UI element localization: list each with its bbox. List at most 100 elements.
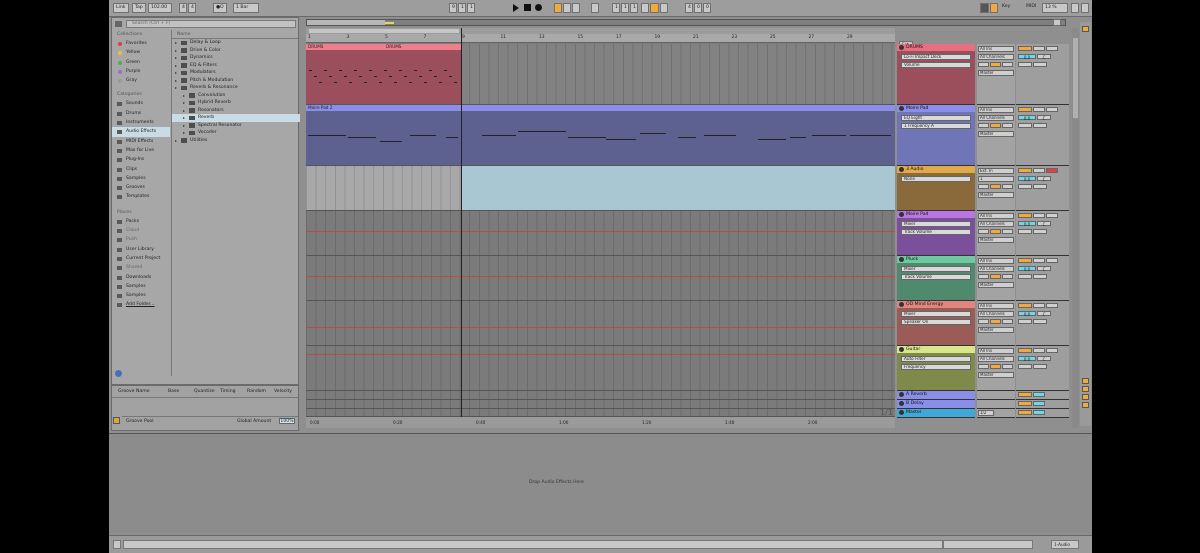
tap-button[interactable]: Tap bbox=[132, 3, 146, 13]
input-type-dropdown[interactable]: All Ins bbox=[978, 348, 1014, 354]
master-output-dropdown[interactable]: 1/2 bbox=[978, 410, 994, 416]
chevron-right-icon[interactable]: ▸ bbox=[183, 114, 185, 122]
browser-item-drive-color[interactable]: ▸ Drive & Color bbox=[172, 47, 300, 55]
monitor-in-button[interactable] bbox=[978, 319, 989, 324]
send-b-knob[interactable] bbox=[1033, 62, 1047, 67]
output-dropdown[interactable]: Master bbox=[978, 282, 1014, 288]
monitor-off-button[interactable] bbox=[1002, 62, 1013, 67]
track-header-moire-pad[interactable]: Moire Pad EQ Eight 1 Frequency A bbox=[897, 105, 975, 166]
browser-item-convolution[interactable]: ▸ Convolution bbox=[172, 92, 300, 100]
solo-button[interactable] bbox=[1033, 348, 1045, 353]
place-samples[interactable]: Samples bbox=[112, 282, 170, 291]
place-shared[interactable]: Shared bbox=[112, 263, 170, 272]
send-a-knob[interactable] bbox=[1018, 123, 1032, 128]
tempo-field[interactable]: 102.00 bbox=[148, 3, 172, 13]
detail-view[interactable]: Drop Audio Effects Here bbox=[109, 433, 1092, 533]
send-a-knob[interactable] bbox=[1018, 184, 1032, 189]
volume-field[interactable]: 0.0 bbox=[1018, 356, 1036, 362]
device-chooser[interactable]: EQ Eight bbox=[901, 115, 971, 121]
punch-in-icon[interactable] bbox=[641, 3, 649, 13]
parameter-chooser[interactable]: Speaker On bbox=[901, 319, 971, 325]
track-header-moire-pad[interactable]: Moire Pad Mixer Track Volume bbox=[897, 211, 975, 256]
chevron-right-icon[interactable]: ▸ bbox=[175, 84, 177, 92]
monitor-in-button[interactable] bbox=[978, 274, 989, 279]
input-channel-dropdown[interactable]: All Channels bbox=[978, 311, 1014, 317]
pan-field[interactable]: C bbox=[1037, 54, 1051, 60]
parameter-chooser[interactable]: Volume bbox=[901, 62, 971, 68]
output-dropdown[interactable]: Master bbox=[978, 70, 1014, 76]
track-header-od-mind-energy[interactable]: OD Mind Energy Mixer Speaker On bbox=[897, 301, 975, 346]
track-activator-icon[interactable] bbox=[899, 212, 904, 217]
automation-arm-icon[interactable] bbox=[563, 3, 571, 13]
time-sig-numerator[interactable]: 4 bbox=[179, 3, 187, 13]
computer-keyboard-icon[interactable] bbox=[990, 3, 998, 13]
record-arm-button[interactable] bbox=[1046, 168, 1058, 173]
mixer-toggle-icon[interactable] bbox=[1082, 402, 1089, 408]
category-samples[interactable]: Samples bbox=[112, 174, 170, 183]
clip-moire-pad[interactable]: Moire Pad 2 bbox=[306, 105, 895, 165]
solo-button[interactable] bbox=[1033, 46, 1045, 51]
track-number-button[interactable] bbox=[1018, 46, 1032, 51]
collection-yellow[interactable]: Yellow bbox=[112, 48, 170, 57]
send-a-knob[interactable] bbox=[1018, 364, 1032, 369]
category-plug-ins[interactable]: Plug-Ins bbox=[112, 155, 170, 164]
place-samples[interactable]: Samples bbox=[112, 291, 170, 300]
collection-favorites[interactable]: Favorites bbox=[112, 39, 170, 48]
track-lane-od-mind-energy[interactable] bbox=[306, 301, 895, 346]
volume-field[interactable]: 0.0 bbox=[1018, 221, 1036, 227]
track-lane-moire-pad[interactable]: Moire Pad 2 bbox=[306, 105, 895, 166]
place-downloads[interactable]: Downloads bbox=[112, 273, 170, 282]
return-name[interactable]: A Reverb bbox=[897, 391, 975, 398]
send-a-knob[interactable] bbox=[1018, 319, 1032, 324]
device-chooser[interactable]: Mixer bbox=[901, 311, 971, 317]
parameter-chooser[interactable]: Track Volume bbox=[901, 274, 971, 280]
browser-item-pitch-modulation[interactable]: ▸ Pitch & Modulation bbox=[172, 77, 300, 85]
input-channel-dropdown[interactable]: 1 bbox=[978, 176, 1014, 182]
monitor-in-button[interactable] bbox=[978, 229, 989, 234]
volume-field[interactable]: 0.0 bbox=[1018, 311, 1036, 317]
return-name[interactable]: B Delay bbox=[897, 400, 975, 407]
output-dropdown[interactable]: Master bbox=[978, 131, 1014, 137]
monitor-off-button[interactable] bbox=[1002, 229, 1013, 234]
parameter-chooser[interactable]: 1 Frequency A bbox=[901, 123, 971, 129]
send-b-knob[interactable] bbox=[1033, 229, 1047, 234]
groove-toggle-icon[interactable] bbox=[113, 417, 120, 424]
track-header-pluck[interactable]: Pluck Mixer Track Volume bbox=[897, 256, 975, 301]
chevron-right-icon[interactable]: ▸ bbox=[175, 62, 177, 70]
send-b-knob[interactable] bbox=[1033, 274, 1047, 279]
track-activator-icon[interactable] bbox=[899, 392, 904, 397]
chevron-right-icon[interactable]: ▸ bbox=[183, 129, 185, 137]
pan-field[interactable]: C bbox=[1037, 115, 1051, 121]
input-channel-dropdown[interactable]: All Channels bbox=[978, 266, 1014, 272]
monitor-off-button[interactable] bbox=[1002, 123, 1013, 128]
place-cloud[interactable]: Cloud bbox=[112, 226, 170, 235]
monitor-in-button[interactable] bbox=[978, 184, 989, 189]
browser-item-hybrid-reverb[interactable]: ▸ Hybrid Reverb bbox=[172, 99, 300, 107]
track-lane-pluck[interactable] bbox=[306, 256, 895, 301]
track-header-drums[interactable]: DRUMS Lo-Fi Impact Deck Volume bbox=[897, 44, 975, 105]
chevron-right-icon[interactable]: ▸ bbox=[175, 47, 177, 55]
track-activator-icon[interactable] bbox=[899, 257, 904, 262]
chevron-right-icon[interactable]: ▸ bbox=[175, 54, 177, 62]
monitor-off-button[interactable] bbox=[1002, 319, 1013, 324]
track-name[interactable]: OD Mind Energy bbox=[897, 301, 975, 308]
quantization-menu[interactable]: 1 Bar bbox=[233, 3, 259, 13]
return-track-button[interactable] bbox=[1018, 392, 1032, 397]
play-icon[interactable] bbox=[513, 4, 519, 12]
category-templates[interactable]: Templates bbox=[112, 192, 170, 201]
track-number-button[interactable] bbox=[1018, 348, 1032, 353]
chevron-right-icon[interactable]: ▸ bbox=[183, 92, 185, 100]
category-clips[interactable]: Clips bbox=[112, 165, 170, 174]
loop-start-beat[interactable]: 1 bbox=[621, 3, 629, 13]
chevron-right-icon[interactable]: ▸ bbox=[175, 69, 177, 77]
place-user-library[interactable]: User Library bbox=[112, 245, 170, 254]
browser-item-resonators[interactable]: ▸ Resonators bbox=[172, 107, 300, 115]
returns-toggle-icon[interactable] bbox=[1082, 394, 1089, 400]
send-b-knob[interactable] bbox=[1033, 319, 1047, 324]
pan-field[interactable]: C bbox=[1037, 266, 1051, 272]
track-header-3-audio[interactable]: 3 Audio None bbox=[897, 166, 975, 211]
record-arm-button[interactable] bbox=[1046, 348, 1058, 353]
global-amount-field[interactable]: 100% bbox=[279, 418, 295, 424]
input-type-dropdown[interactable]: Ext. In bbox=[978, 168, 1014, 174]
collection-gray[interactable]: Gray bbox=[112, 76, 170, 85]
